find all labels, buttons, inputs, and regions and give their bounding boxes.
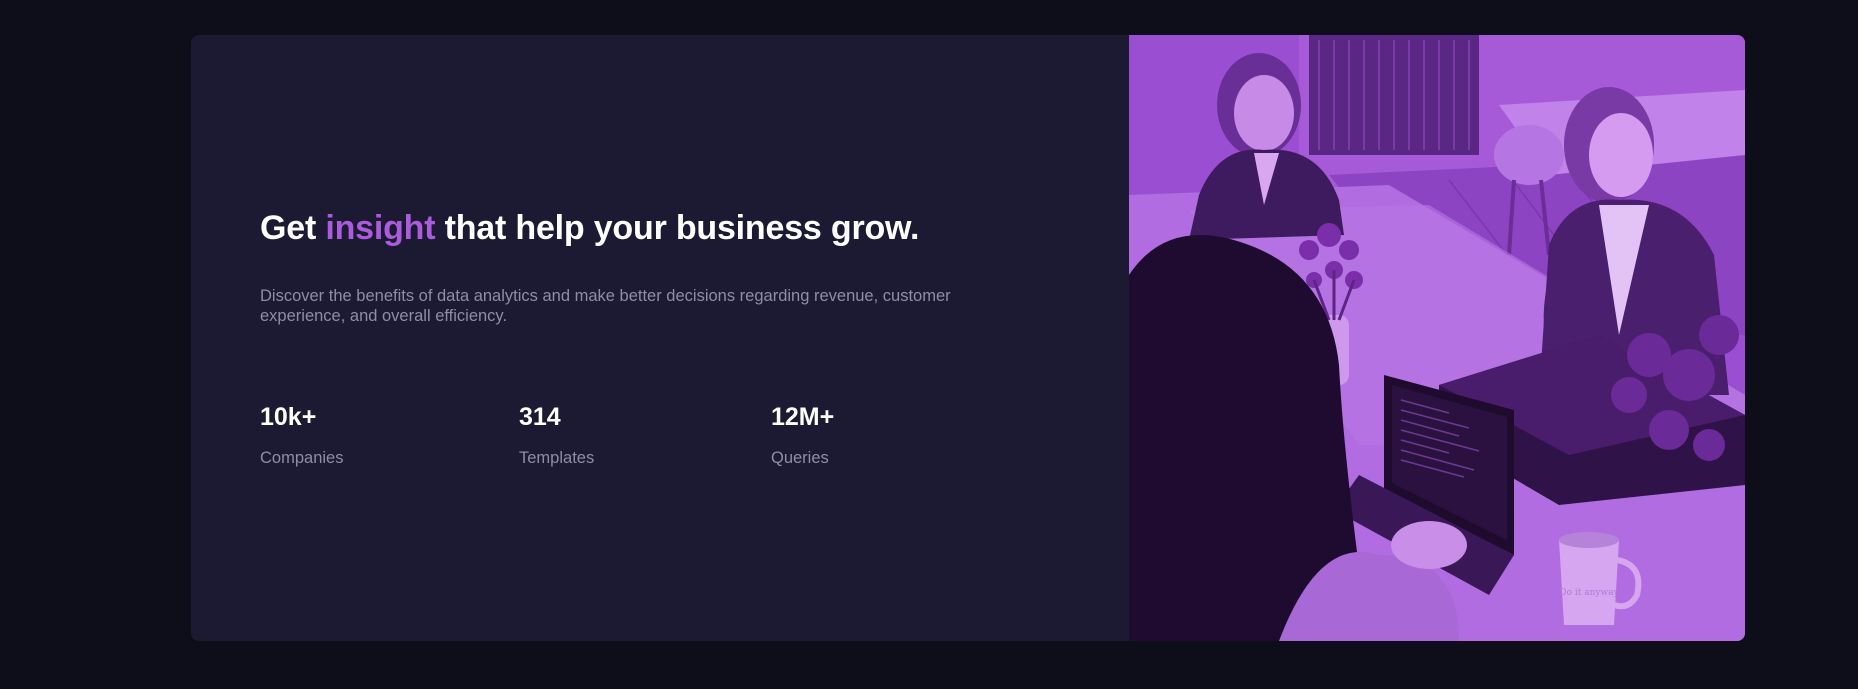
hero-card: Get insight that help your business grow… [191, 35, 1745, 641]
stat-queries: 12M+ Queries [771, 403, 834, 468]
stat-companies: 10k+ Companies [260, 403, 343, 468]
mug-text: Do it anyway [1559, 588, 1619, 598]
hero-text-panel: Get insight that help your business grow… [191, 35, 1129, 641]
stat-value: 10k+ [260, 403, 317, 431]
stat-label: Companies [260, 449, 344, 467]
headline-suffix: that help your business grow. [444, 209, 920, 247]
stat-value: 12M+ [771, 403, 835, 431]
hero-headline: Get insight that help your business grow… [260, 209, 919, 248]
stat-label: Templates [519, 449, 595, 467]
hero-description: Discover the benefits of data analytics … [260, 287, 951, 325]
stat-value: 314 [519, 403, 561, 431]
hero-image: Do it anyway [1129, 35, 1745, 641]
headline-accent-word: insight [325, 209, 436, 247]
headline-prefix: Get [260, 209, 317, 247]
stat-label: Queries [771, 449, 829, 467]
office-meeting-photo: Do it anyway [1129, 35, 1745, 641]
stat-templates: 314 Templates [519, 403, 594, 468]
